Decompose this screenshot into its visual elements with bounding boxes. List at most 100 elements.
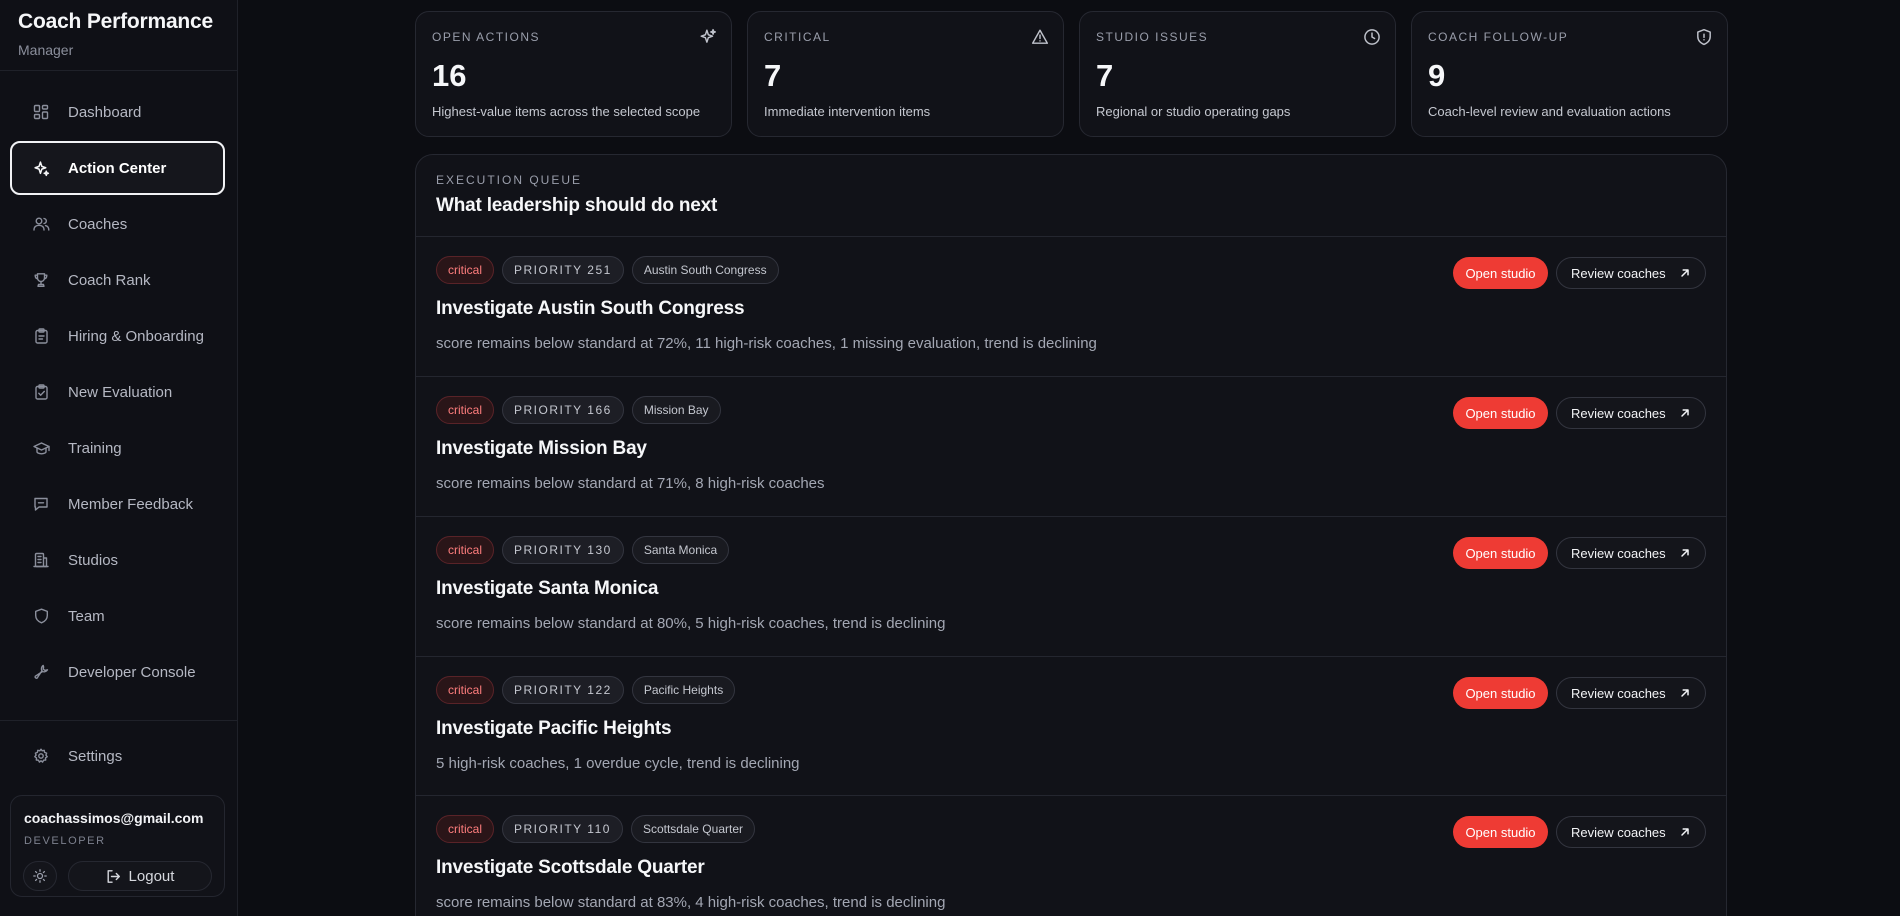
- review-coaches-label: Review coaches: [1571, 265, 1666, 281]
- row-chips: critical PRIORITY 130 Santa Monica: [436, 536, 730, 564]
- user-email: coachassimos@gmail.com: [24, 810, 204, 826]
- open-studio-button[interactable]: Open studio: [1453, 397, 1548, 429]
- queue-kicker: EXECUTION QUEUE: [436, 173, 583, 187]
- dashboard-icon: [32, 103, 50, 121]
- review-coaches-button[interactable]: Review coaches: [1556, 677, 1706, 709]
- open-studio-button[interactable]: Open studio: [1453, 257, 1548, 289]
- studio-badge: Santa Monica: [631, 536, 730, 564]
- brand-title: Coach Performance: [18, 10, 214, 33]
- building-icon: [32, 551, 50, 569]
- studio-badge: Mission Bay: [631, 396, 721, 424]
- stat-value: 7: [1096, 58, 1114, 93]
- stat-value: 16: [432, 58, 467, 93]
- arrow-up-right-icon: [1679, 407, 1691, 419]
- sidebar-item-hiring-onboarding[interactable]: Hiring & Onboarding: [10, 309, 225, 363]
- stat-label: CRITICAL: [764, 30, 831, 44]
- review-coaches-label: Review coaches: [1571, 685, 1666, 701]
- shield-icon: [1695, 28, 1713, 46]
- queue-row: critical PRIORITY 251 Austin South Congr…: [416, 236, 1726, 376]
- queue-row: critical PRIORITY 130 Santa Monica Inves…: [416, 516, 1726, 656]
- row-description: score remains below standard at 71%, 8 h…: [436, 475, 825, 492]
- row-chips: critical PRIORITY 110 Scottsdale Quarter: [436, 815, 755, 843]
- arrow-up-right-icon: [1679, 687, 1691, 699]
- severity-badge: critical: [436, 536, 495, 564]
- queue-row: critical PRIORITY 166 Mission Bay Invest…: [416, 376, 1726, 516]
- open-studio-button[interactable]: Open studio: [1453, 677, 1548, 709]
- row-description: score remains below standard at 80%, 5 h…: [436, 615, 946, 632]
- wrench-icon: [32, 663, 50, 681]
- stat-label: COACH FOLLOW-UP: [1428, 30, 1569, 44]
- review-coaches-button[interactable]: Review coaches: [1556, 537, 1706, 569]
- review-coaches-button[interactable]: Review coaches: [1556, 397, 1706, 429]
- brand-subtitle: Manager: [18, 42, 74, 58]
- row-title: Investigate Pacific Heights: [436, 718, 672, 739]
- sidebar-item-new-evaluation[interactable]: New Evaluation: [10, 365, 225, 419]
- open-studio-button[interactable]: Open studio: [1453, 537, 1548, 569]
- queue-title: What leadership should do next: [436, 195, 718, 216]
- sidebar: Coach Performance Manager Dashboard Acti…: [0, 0, 238, 916]
- studio-badge: Scottsdale Quarter: [630, 815, 755, 843]
- divider: [0, 720, 238, 721]
- sidebar-item-coach-rank[interactable]: Coach Rank: [10, 253, 225, 307]
- stat-description: Immediate intervention items: [764, 104, 931, 119]
- theme-toggle-button[interactable]: [23, 861, 57, 891]
- warning-icon: [1031, 28, 1049, 46]
- stat-card-open-actions: OPEN ACTIONS 16 Highest-value items acro…: [415, 11, 732, 137]
- sun-icon: [33, 869, 47, 883]
- review-coaches-button[interactable]: Review coaches: [1556, 816, 1706, 848]
- clock-icon: [1363, 28, 1381, 46]
- row-description: score remains below standard at 83%, 4 h…: [436, 894, 946, 911]
- stat-description: Highest-value items across the selected …: [432, 104, 701, 119]
- sidebar-item-coaches[interactable]: Coaches: [10, 197, 225, 251]
- sidebar-item-settings[interactable]: Settings: [10, 729, 225, 783]
- row-description: 5 high-risk coaches, 1 overdue cycle, tr…: [436, 755, 800, 772]
- sidebar-item-studios[interactable]: Studios: [10, 533, 225, 587]
- stat-label: OPEN ACTIONS: [432, 30, 541, 44]
- row-chips: critical PRIORITY 251 Austin South Congr…: [436, 256, 779, 284]
- sidebar-item-label: New Evaluation: [68, 383, 173, 401]
- sidebar-item-label: Settings: [68, 747, 123, 765]
- arrow-up-right-icon: [1679, 547, 1691, 559]
- sidebar-item-developer-console[interactable]: Developer Console: [10, 645, 225, 699]
- sidebar-item-training[interactable]: Training: [10, 421, 225, 475]
- sidebar-item-label: Training: [68, 439, 122, 457]
- sidebar-item-action-center[interactable]: Action Center: [10, 141, 225, 195]
- sidebar-item-label: Coaches: [68, 215, 128, 233]
- queue-row: critical PRIORITY 122 Pacific Heights In…: [416, 656, 1726, 796]
- arrow-up-right-icon: [1679, 267, 1691, 279]
- open-studio-button[interactable]: Open studio: [1453, 816, 1548, 848]
- review-coaches-label: Review coaches: [1571, 405, 1666, 421]
- stat-description: Regional or studio operating gaps: [1096, 104, 1291, 119]
- shield-icon: [32, 607, 50, 625]
- message-icon: [32, 495, 50, 513]
- sidebar-item-label: Hiring & Onboarding: [68, 327, 204, 345]
- row-chips: critical PRIORITY 122 Pacific Heights: [436, 676, 736, 704]
- stat-card-coach-follow-up: COACH FOLLOW-UP 9 Coach-level review and…: [1411, 11, 1728, 137]
- trophy-icon: [32, 271, 50, 289]
- divider: [0, 70, 238, 71]
- severity-badge: critical: [436, 676, 495, 704]
- logout-button[interactable]: Logout: [68, 861, 212, 891]
- stat-card-critical: CRITICAL 7 Immediate intervention items: [747, 11, 1064, 137]
- severity-badge: critical: [436, 815, 495, 843]
- row-title: Investigate Mission Bay: [436, 438, 647, 459]
- queue-row: critical PRIORITY 110 Scottsdale Quarter…: [416, 795, 1726, 916]
- review-coaches-button[interactable]: Review coaches: [1556, 257, 1706, 289]
- sidebar-item-member-feedback[interactable]: Member Feedback: [10, 477, 225, 531]
- users-icon: [32, 215, 50, 233]
- priority-badge: PRIORITY 110: [502, 815, 623, 843]
- priority-badge: PRIORITY 130: [502, 536, 624, 564]
- sidebar-item-team[interactable]: Team: [10, 589, 225, 643]
- sidebar-item-dashboard[interactable]: Dashboard: [10, 85, 225, 139]
- sidebar-item-label: Coach Rank: [68, 271, 151, 289]
- severity-badge: critical: [436, 256, 495, 284]
- logout-icon: [106, 869, 121, 884]
- review-coaches-label: Review coaches: [1571, 824, 1666, 840]
- graduation-cap-icon: [32, 439, 50, 457]
- user-role: DEVELOPER: [24, 835, 106, 847]
- arrow-up-right-icon: [1679, 826, 1691, 838]
- priority-badge: PRIORITY 251: [502, 256, 624, 284]
- sidebar-item-label: Action Center: [68, 159, 167, 177]
- stat-value: 7: [764, 58, 782, 93]
- sidebar-item-label: Developer Console: [68, 663, 196, 681]
